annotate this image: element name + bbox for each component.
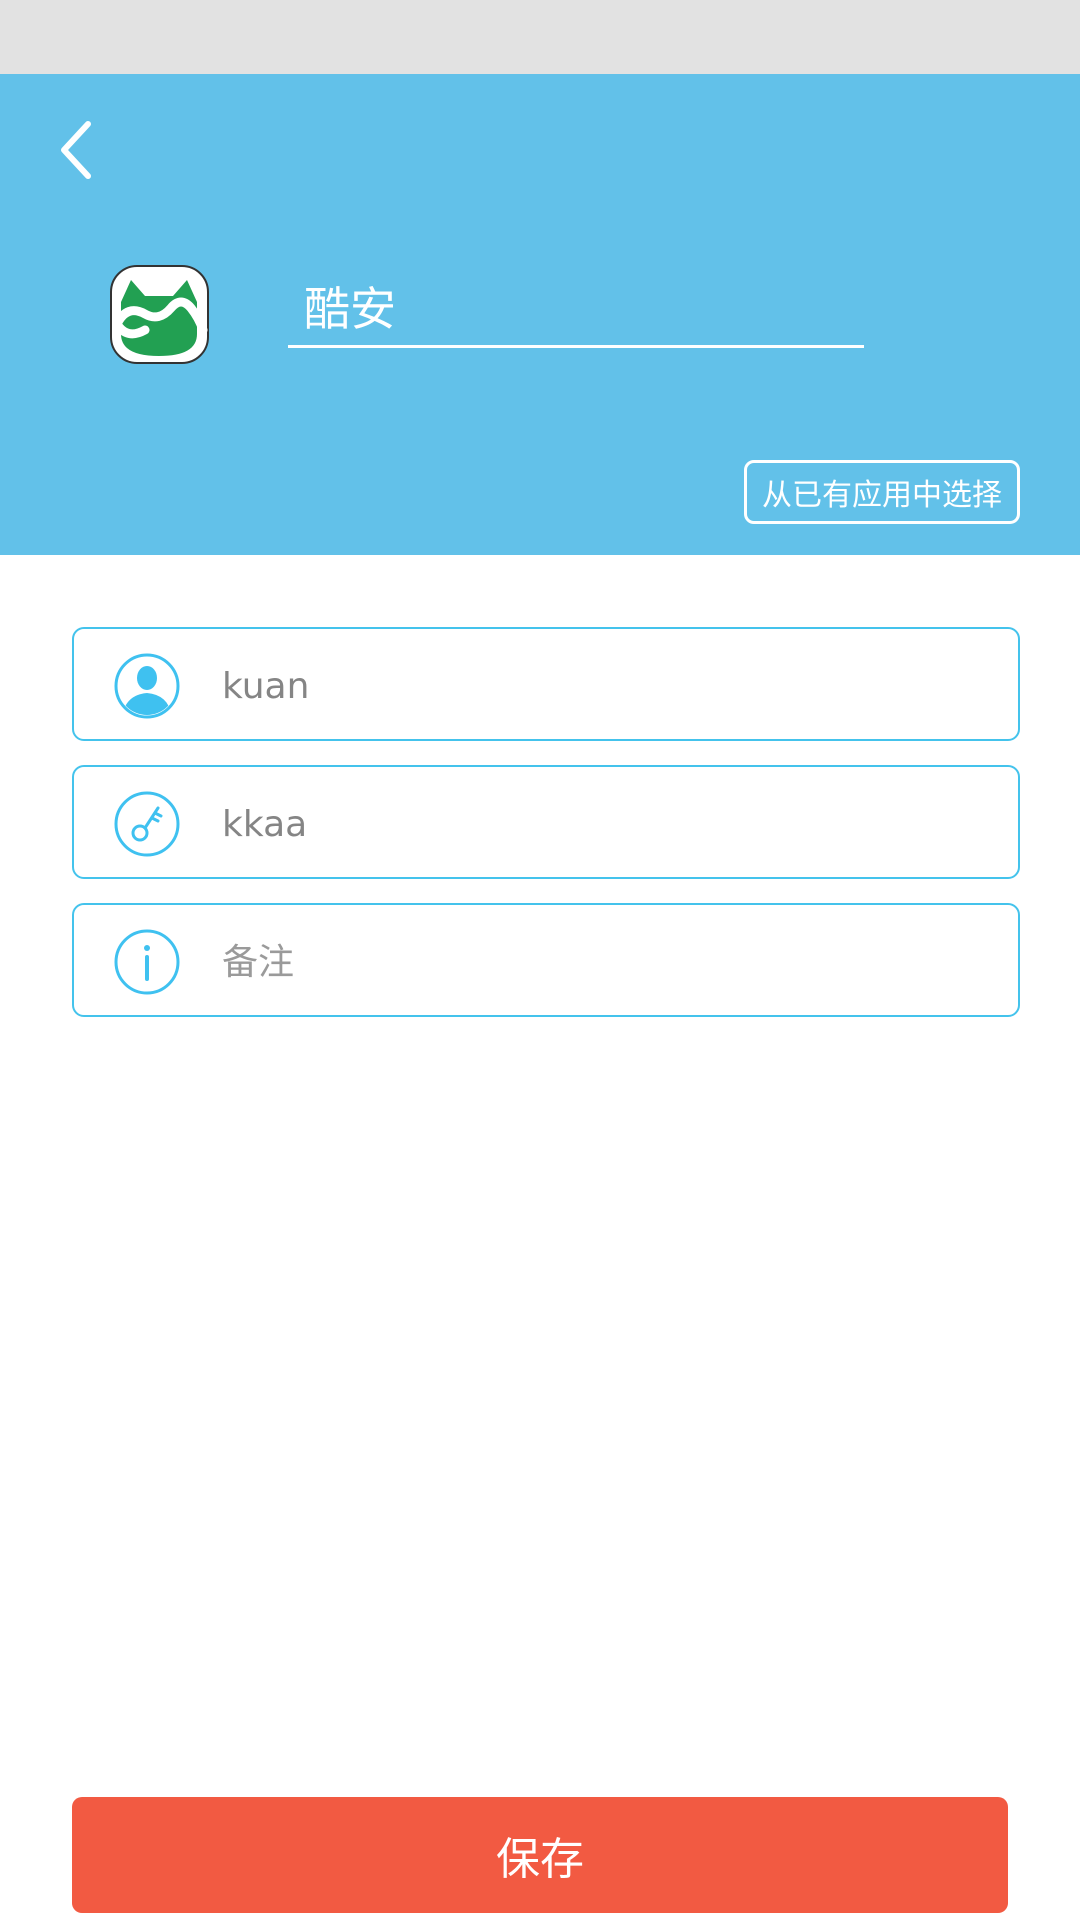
app-icon[interactable] (109, 264, 210, 365)
info-icon (114, 929, 180, 995)
app-name-input[interactable] (304, 276, 844, 336)
save-button-label: 保存 (496, 1834, 584, 1885)
coolapk-logo (110, 265, 209, 364)
app-name-field[interactable] (288, 268, 864, 348)
back-button[interactable] (46, 110, 106, 190)
key-icon (114, 791, 180, 857)
user-icon (114, 653, 180, 719)
chevron-left-icon (61, 121, 91, 179)
status-bar (0, 0, 1080, 74)
note-field[interactable] (72, 903, 1020, 1017)
save-button[interactable]: 保存 (72, 1797, 1008, 1913)
username-input[interactable] (222, 653, 982, 719)
username-field[interactable] (72, 627, 1020, 741)
password-input[interactable] (222, 791, 982, 857)
password-field[interactable] (72, 765, 1020, 879)
choose-from-apps-label: 从已有应用中选择 (762, 478, 1002, 513)
choose-from-apps-button[interactable]: 从已有应用中选择 (744, 460, 1020, 524)
note-input[interactable] (222, 929, 982, 995)
